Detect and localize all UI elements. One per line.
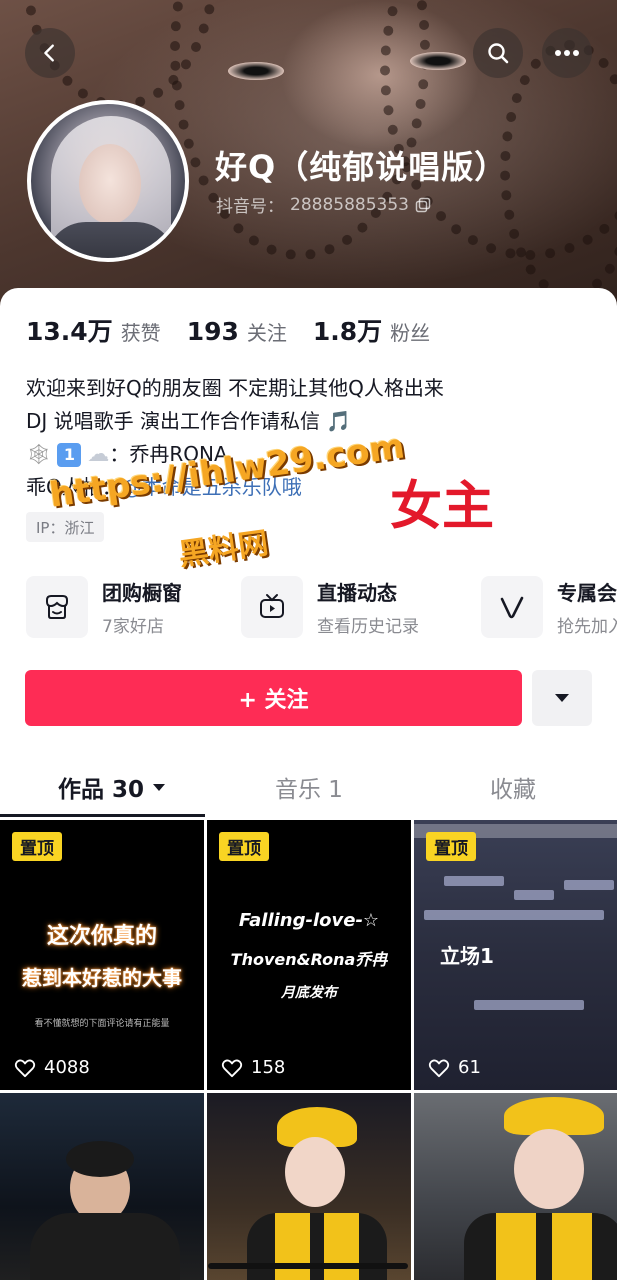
live-tv-icon [260, 594, 284, 618]
video-caption-line: 惹到本好惹的大事 [22, 966, 182, 990]
video-caption-small: 看不懂就想的下面评论请有正能量 [34, 1019, 170, 1029]
service-live[interactable]: 直播动态 查看历史记录 [241, 574, 419, 640]
heart-icon [14, 1059, 36, 1077]
more-dots-icon [555, 50, 579, 56]
vip-icon [500, 596, 524, 619]
recommend-dropdown-button[interactable] [532, 670, 592, 726]
video-tile[interactable]: 置顶 这次你真的 惹到本好惹的大事 看不懂就想的下面评论请有正能量 4088 [0, 820, 204, 1090]
follow-button[interactable]: + 关注 [25, 670, 522, 726]
search-icon [488, 43, 509, 64]
bio-line-1: 欢迎来到好Q的朋友圈 不定期让其他Q人格出来 [26, 376, 444, 400]
service-title: 团购橱窗 [102, 581, 182, 605]
content-tabs: 作品 30 音乐 1 收藏 [0, 758, 617, 818]
watermark-name: 黑料网 [176, 525, 271, 574]
video-caption-line: 这次你真的 [46, 924, 157, 949]
video-tile[interactable] [0, 1093, 204, 1280]
home-indicator [208, 1263, 408, 1269]
douyin-id-label: 抖音号： [216, 197, 284, 217]
heart-icon [428, 1059, 450, 1077]
back-button[interactable] [25, 28, 75, 78]
tab-active-indicator [0, 814, 205, 817]
video-caption-line: Falling-love-☆ [238, 910, 380, 931]
cover-eye [410, 52, 466, 70]
heart-icon [221, 1059, 243, 1077]
service-title: 直播动态 [317, 581, 397, 605]
like-count: 4088 [14, 1057, 90, 1078]
following-count[interactable]: 193 [187, 317, 239, 346]
pinned-badge: 置顶 [219, 832, 269, 861]
video-caption-line: 月底发布 [281, 985, 337, 1001]
video-caption-line: Thoven&Rona乔冉 [230, 950, 388, 969]
shop-window-icon [46, 595, 68, 619]
profile-header: 好Q（纯郁说唱版） 抖音号： 28885885353 [0, 0, 617, 330]
ip-location-tag: IP：浙江 [26, 512, 105, 542]
cover-eye [228, 62, 284, 80]
followers-count[interactable]: 1.8万 [313, 312, 382, 348]
more-button[interactable] [542, 28, 592, 78]
service-shop-window[interactable]: 团购橱窗 7家好店 [26, 574, 182, 640]
video-grid: 置顶 这次你真的 惹到本好惹的大事 看不懂就想的下面评论请有正能量 4088 置… [0, 820, 617, 1280]
service-subtitle: 抢先加入 [557, 617, 617, 637]
caret-down-icon [555, 694, 569, 702]
overlay-red-text: 女主 [390, 477, 495, 537]
service-title: 专属会 [557, 581, 617, 605]
like-count: 158 [221, 1057, 285, 1078]
video-tile[interactable] [414, 1093, 617, 1280]
video-tile[interactable]: 置顶 Falling-love-☆ Thoven&Rona乔冉 月底发布 158 [207, 820, 411, 1090]
like-count: 61 [428, 1057, 481, 1078]
pinned-badge: 置顶 [12, 832, 62, 861]
video-tile[interactable] [207, 1093, 411, 1280]
service-subtitle: 7家好店 [102, 617, 164, 637]
stats-row: 13.4万 获赞 193 关注 1.8万 粉丝 [26, 312, 456, 348]
tab-favorites[interactable]: 收藏 [490, 770, 536, 804]
douyin-id-value: 28885885353 [290, 194, 409, 215]
keycap-one-icon: 1 [57, 442, 82, 467]
tab-works[interactable]: 作品 30 [58, 770, 166, 804]
chevron-left-icon [44, 44, 54, 62]
services-row: 团购橱窗 7家好店 直播动态 查看历史记录 专属会 抢先加入 [26, 574, 617, 640]
following-label: 关注 [246, 321, 287, 345]
nickname: 好Q（纯郁说唱版） [215, 148, 508, 186]
bio-line-2: DJ 说唱歌手 演出工作合作请私信 🎵 [26, 409, 352, 433]
followers-label: 粉丝 [390, 321, 431, 345]
douyin-id[interactable]: 抖音号： 28885885353 [216, 192, 431, 217]
tab-works-label: 作品 30 [58, 777, 145, 803]
likes-count[interactable]: 13.4万 [26, 312, 113, 348]
copy-icon[interactable] [415, 197, 431, 213]
search-button[interactable] [473, 28, 523, 78]
pinned-badge: 置顶 [426, 832, 476, 861]
spider-web-icon: 🕸 [26, 442, 52, 466]
tab-music[interactable]: 音乐 1 [275, 770, 343, 804]
video-tile[interactable]: 置顶 立场1 61 [414, 820, 617, 1090]
cloud-icon: ☁ [87, 442, 110, 467]
video-caption-line: 立场1 [440, 944, 494, 968]
caret-down-icon [153, 783, 166, 791]
likes-label: 获赞 [120, 321, 161, 345]
avatar[interactable] [27, 100, 189, 262]
service-subtitle: 查看历史记录 [317, 617, 419, 637]
service-vip[interactable]: 专属会 抢先加入 [481, 574, 617, 640]
